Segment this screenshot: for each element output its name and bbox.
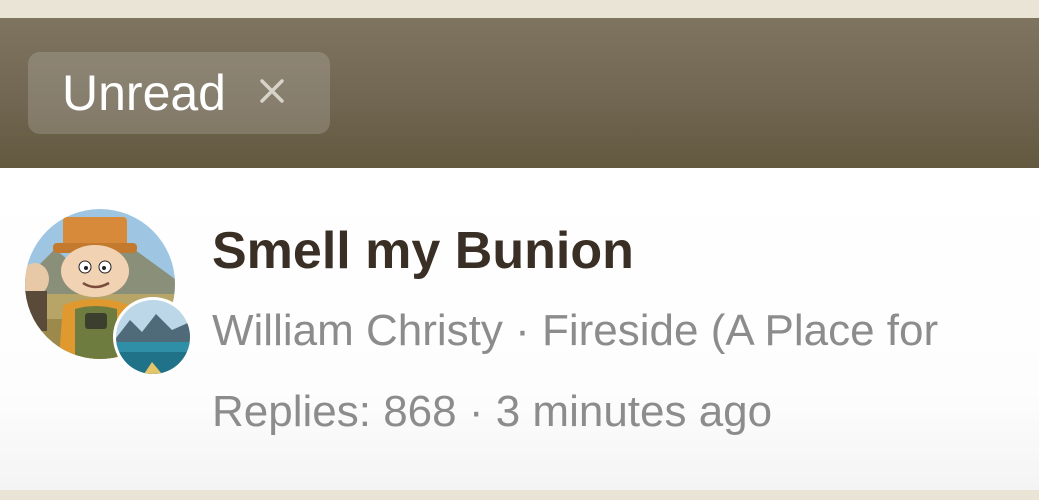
separator: · (456, 387, 496, 436)
topic-list-item[interactable]: Smell my Bunion William Christy · Firesi… (0, 168, 1039, 490)
category-name[interactable]: Fireside (A Place for (542, 306, 938, 355)
close-icon[interactable] (254, 73, 290, 109)
unread-filter-chip[interactable]: Unread (28, 52, 330, 134)
category-avatar-image (116, 300, 190, 374)
filter-bar: Unread (0, 18, 1039, 168)
time-ago: 3 minutes ago (495, 387, 773, 436)
replies-count: Replies: 868 (212, 387, 457, 436)
bottom-strip (0, 490, 1039, 500)
separator: · (502, 306, 542, 355)
topic-title[interactable]: Smell my Bunion (212, 220, 634, 282)
topic-stats: Replies: 868 · 3 minutes ago (212, 386, 772, 438)
author-name[interactable]: William Christy (212, 306, 503, 355)
category-avatar[interactable] (113, 297, 193, 377)
unread-filter-label: Unread (62, 65, 226, 121)
topic-author-category: William Christy · Fireside (A Place for (212, 305, 1039, 357)
top-strip (0, 0, 1039, 18)
